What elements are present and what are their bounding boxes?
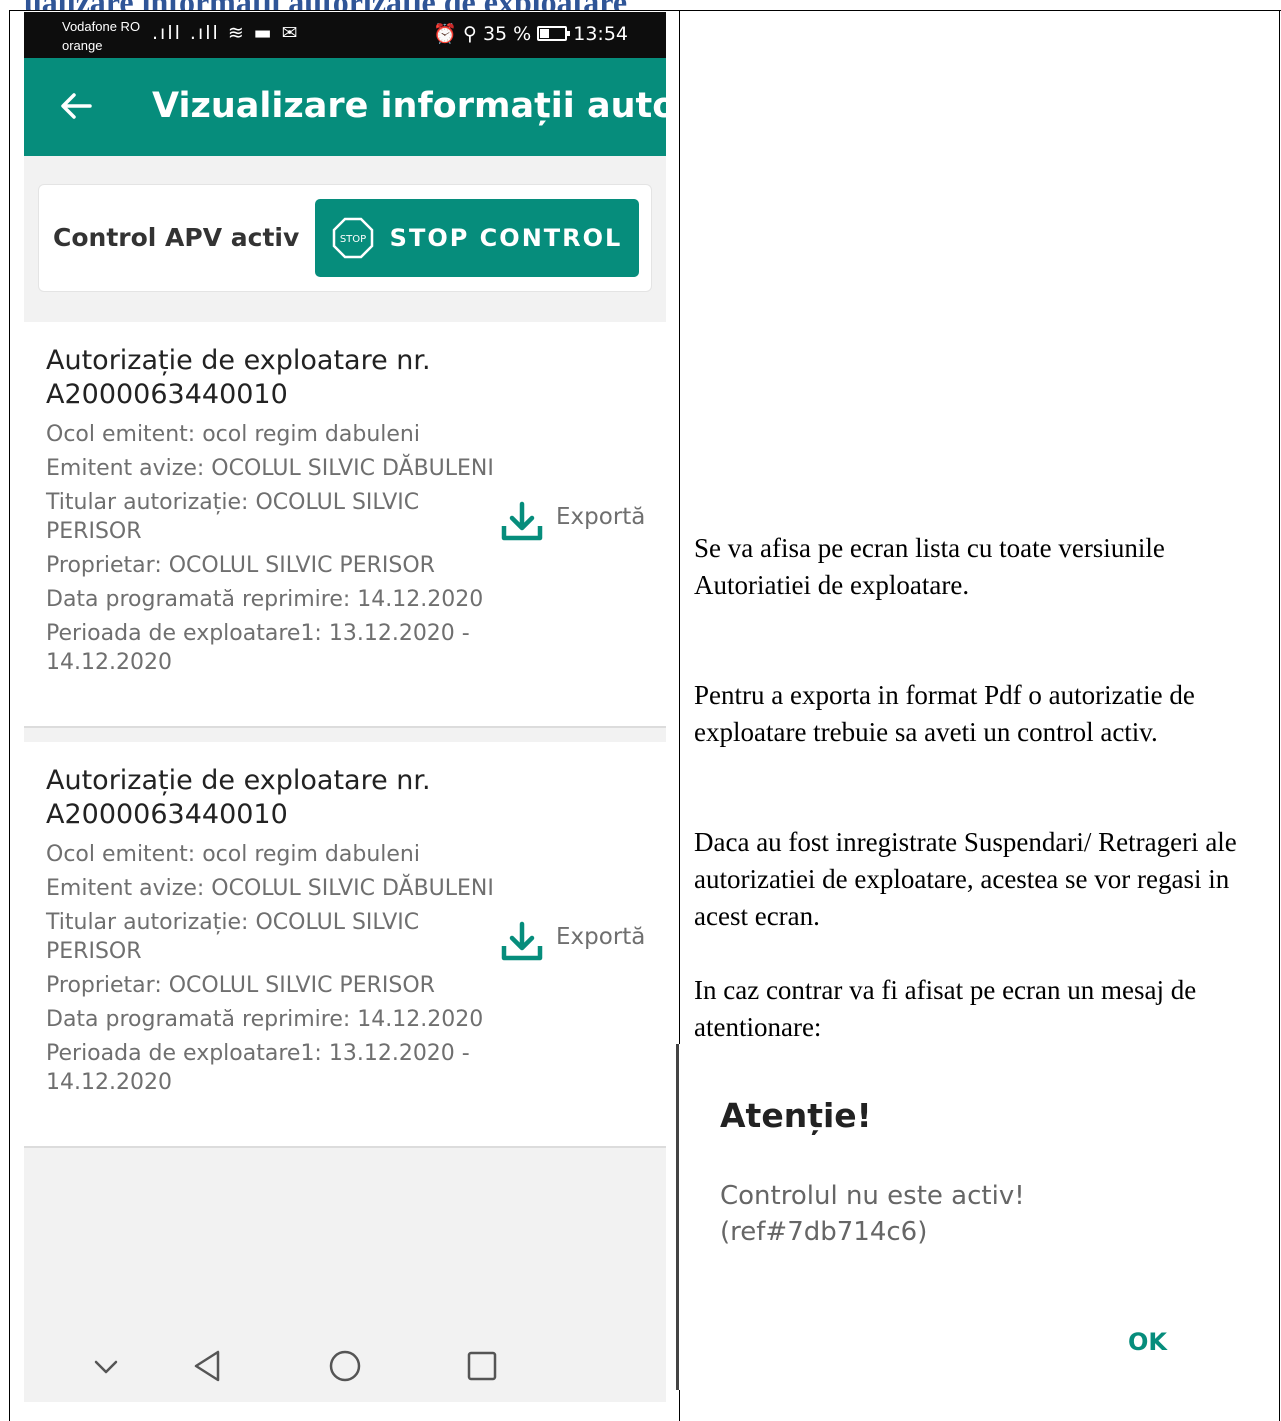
carrier-1: Vodafone RO (62, 19, 141, 34)
dialog-message: Controlul nu este activ! (ref#7db714c6) (720, 1181, 1025, 1247)
holder-field: Titular autorizație: OCOLUL SILVIC PERIS… (46, 490, 420, 544)
dialog-crop-edge (676, 1044, 679, 1390)
scheduled-date-field: Data programată reprimire: 14.12.2020 (46, 1007, 484, 1032)
stop-control-label: STOP CONTROL (389, 224, 623, 252)
page-title: Vizualizare informații autor… (152, 86, 666, 126)
list-item[interactable]: Autorizație de exploatare nr. A200006344… (24, 322, 666, 728)
export-label: Exportă (556, 504, 646, 530)
scheduled-date-field: Data programată reprimire: 14.12.2020 (46, 587, 484, 612)
back-arrow-icon[interactable] (56, 86, 96, 126)
control-status-label: Control APV activ (53, 223, 300, 252)
document-heading-fragment: ualizare informatii autorizatie de explo… (24, 0, 924, 10)
authorization-title: Autorizație de exploatare nr. A200006344… (46, 345, 431, 410)
stop-control-button[interactable]: STOP STOP CONTROL (315, 199, 639, 277)
phone-screenshot: Vodafone RO orange .ıll .ıll ≋ ▬ ✉ ⏰ ⚲ 3… (24, 12, 666, 1402)
location-icon: ⚲ (463, 22, 477, 45)
authorization-title: Autorizație de exploatare nr. A200006344… (46, 765, 431, 830)
description-paragraph-4: In caz contrar va fi afisat pe ecran un … (694, 975, 1197, 1042)
authorization-details: Ocol emitent: ocol regim dabuleni Emiten… (46, 840, 506, 1102)
chevron-down-icon[interactable] (88, 1348, 124, 1384)
issuer-field: Ocol emitent: ocol regim dabuleni (46, 842, 420, 867)
export-button[interactable]: Exportă (500, 920, 645, 964)
owner-field: Proprietar: OCOLUL SILVIC PERISOR (46, 553, 435, 578)
back-triangle-icon[interactable] (190, 1348, 226, 1384)
table-border-top (9, 10, 1281, 11)
notice-issuer-field: Emitent avize: OCOLUL SILVIC DĂBULENI (46, 456, 494, 481)
app-bar: Vizualizare informații autor… (24, 58, 666, 156)
description-paragraph-2: Pentru a exporta in format Pdf o autoriz… (694, 680, 1195, 747)
alarm-icon: ⏰ (433, 23, 458, 45)
notice-issuer-field: Emitent avize: OCOLUL SILVIC DĂBULENI (46, 876, 494, 901)
home-circle-icon[interactable] (327, 1348, 363, 1384)
stop-sign-icon: STOP (332, 217, 373, 259)
owner-field: Proprietar: OCOLUL SILVIC PERISOR (46, 973, 435, 998)
control-card: Control APV activ STOP STOP CONTROL (38, 184, 652, 292)
table-border-left (9, 10, 10, 1421)
download-icon (501, 921, 543, 961)
carrier-2: orange (62, 38, 103, 53)
carrier-names: Vodafone RO orange (62, 17, 140, 55)
description-paragraph-3: Daca au fost inregistrate Suspendari/ Re… (694, 827, 1237, 931)
table-border-right (1279, 10, 1280, 1421)
list-item[interactable]: Autorizație de exploatare nr. A200006344… (24, 742, 666, 1148)
signal-wifi-icons: .ıll .ıll ≋ ▬ ✉ (152, 22, 300, 44)
issuer-field: Ocol emitent: ocol regim dabuleni (46, 422, 420, 447)
export-button[interactable]: Exportă (500, 500, 645, 544)
dialog-title: Atenție! (720, 1096, 872, 1135)
recents-square-icon[interactable] (464, 1348, 500, 1384)
alert-dialog: Atenție! Controlul nu este activ! (ref#7… (676, 1044, 1224, 1390)
battery-percent: 35 % (482, 22, 532, 45)
system-nav-bar (24, 1330, 666, 1402)
download-icon (501, 501, 543, 541)
status-right: ⏰ ⚲ 35 % 13:54 (433, 22, 628, 46)
clock: 13:54 (573, 22, 628, 45)
period-field: Perioada de exploatare1: 13.12.2020 - 14… (46, 1041, 470, 1095)
holder-field: Titular autorizație: OCOLUL SILVIC PERIS… (46, 910, 420, 964)
svg-text:STOP: STOP (339, 234, 365, 245)
period-field: Perioada de exploatare1: 13.12.2020 - 14… (46, 621, 470, 675)
ok-button[interactable]: OK (1128, 1328, 1167, 1356)
description-paragraph-1: Se va afisa pe ecran lista cu toate vers… (694, 533, 1165, 600)
authorization-details: Ocol emitent: ocol regim dabuleni Emiten… (46, 420, 506, 682)
export-label: Exportă (556, 924, 646, 950)
battery-icon (537, 26, 571, 41)
status-bar: Vodafone RO orange .ıll .ıll ≋ ▬ ✉ ⏰ ⚲ 3… (24, 12, 666, 58)
